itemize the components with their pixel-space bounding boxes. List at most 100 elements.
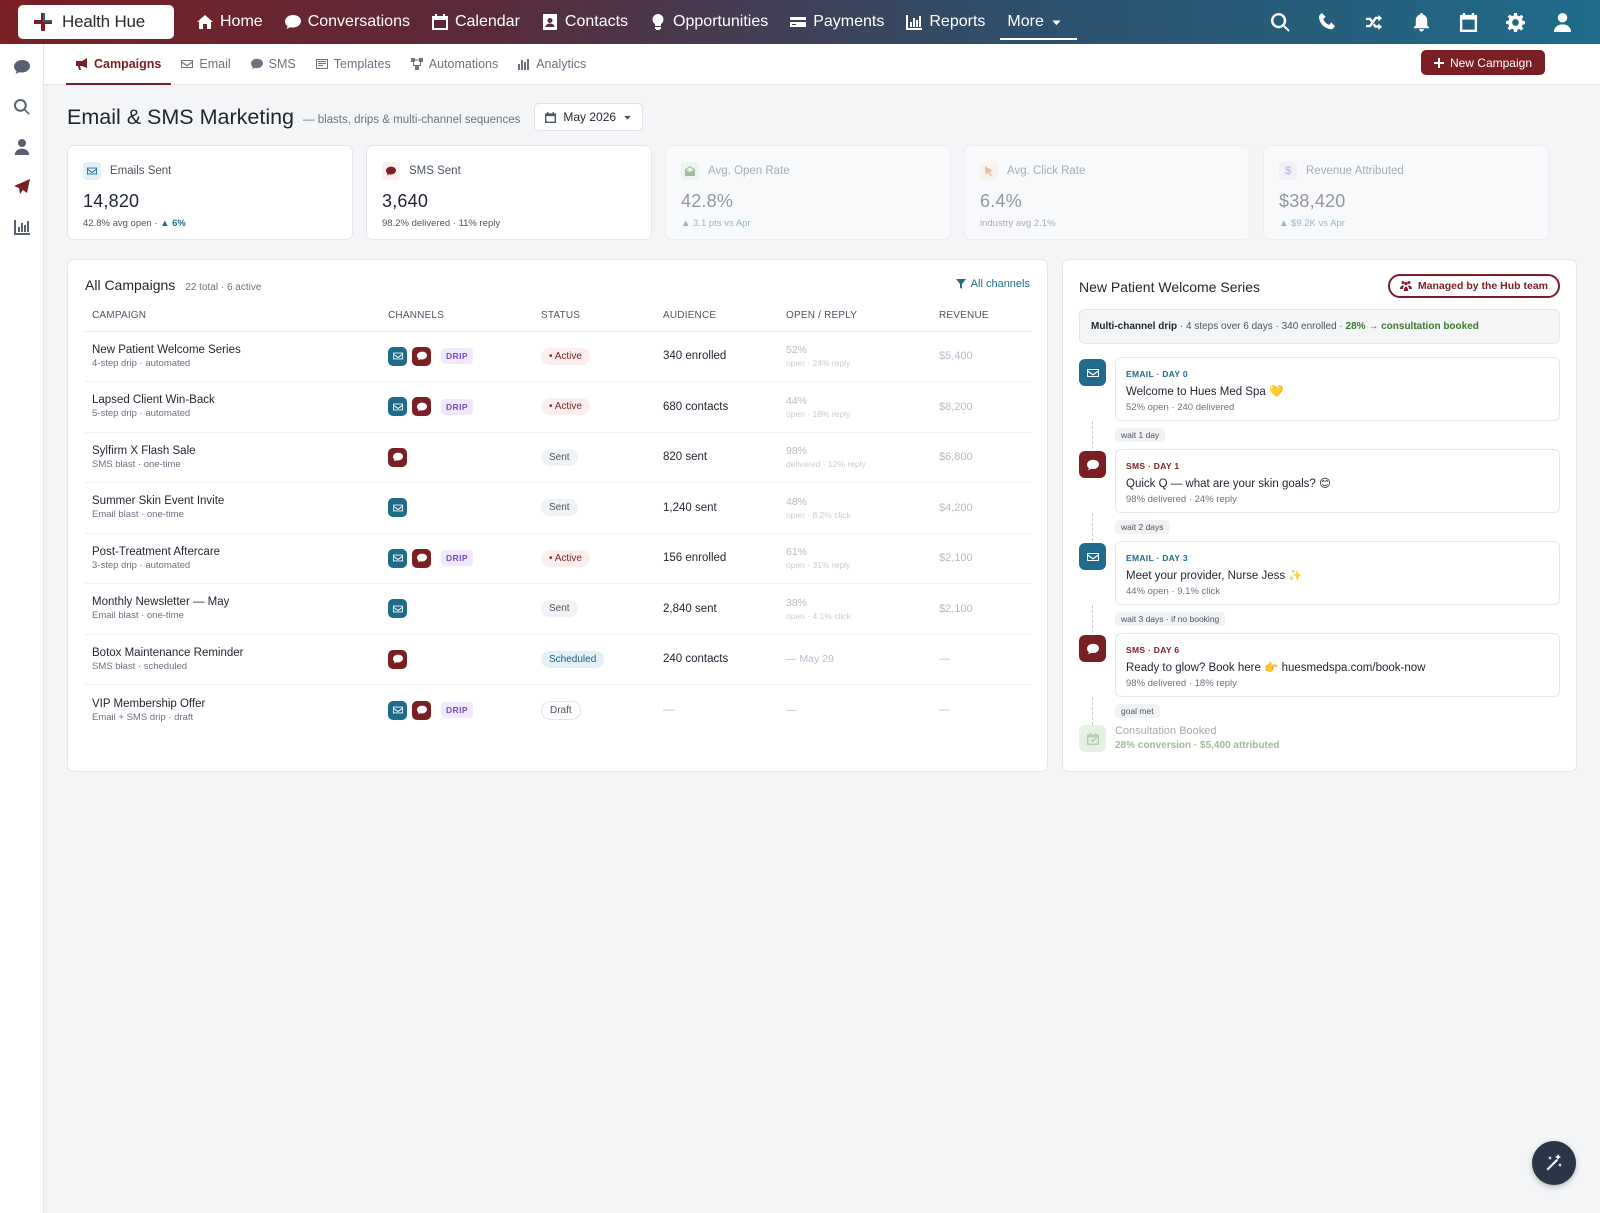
audience: 820 sent <box>663 432 786 483</box>
stat-emails-sent[interactable]: Emails Sent 14,820 42.8% avg open · ▲ 6% <box>67 145 353 240</box>
column-header[interactable]: OPEN / REPLY <box>786 301 939 332</box>
campaign-name[interactable]: Post-Treatment Aftercare <box>92 546 388 558</box>
audience: 1,240 sent <box>663 482 786 534</box>
managed-badge[interactable]: Managed by the Hub team <box>1387 274 1560 298</box>
status-badge: Sent <box>541 448 578 466</box>
nav-home[interactable]: Home <box>186 0 274 44</box>
wait-label: wait 2 days <box>1115 520 1170 534</box>
revenue: $6,800 <box>939 432 1032 483</box>
rail-contacts[interactable] <box>0 127 44 167</box>
nav-reports[interactable]: Reports <box>895 0 996 44</box>
drip-step[interactable]: EMAIL · DAY 3 Meet your provider, Nurse … <box>1079 541 1560 605</box>
drip-summary: Multi-channel drip · 4 steps over 6 days… <box>1079 309 1560 344</box>
nav-opportunities[interactable]: Opportunities <box>639 0 779 44</box>
tab-templates[interactable]: Templates <box>306 44 401 85</box>
campaign-name[interactable]: Lapsed Client Win-Back <box>92 394 388 406</box>
column-header[interactable]: REVENUE <box>939 301 1032 332</box>
campaign-name[interactable]: VIP Membership Offer <box>92 698 388 710</box>
revenue: $2,100 <box>939 583 1032 635</box>
app-logo[interactable]: Health Hue <box>18 5 174 39</box>
table-row[interactable]: Post-Treatment Aftercare 3-step drip · au… <box>85 533 1032 584</box>
drip-step[interactable]: SMS · DAY 6 Ready to glow? Book here 👉 h… <box>1079 633 1560 697</box>
stat-click-rate[interactable]: Avg. Click Rate 6.4% industry avg 2.1% <box>964 145 1250 240</box>
table-row[interactable]: Lapsed Client Win-Back 5-step drip · auto… <box>85 381 1032 433</box>
tab-sms[interactable]: SMS <box>241 44 306 85</box>
campaign-name[interactable]: New Patient Welcome Series <box>92 344 388 356</box>
column-header[interactable]: STATUS <box>541 301 663 332</box>
revenue: — <box>939 634 1032 685</box>
status-badge: • Active <box>541 398 590 416</box>
campaign-name[interactable]: Botox Maintenance Reminder <box>92 647 388 659</box>
settings-button[interactable] <box>1492 0 1539 44</box>
nav-conversations[interactable]: Conversations <box>274 0 421 44</box>
rail-conversations[interactable] <box>0 47 44 87</box>
chat-bubble-icon <box>1079 635 1106 662</box>
rail-marketing[interactable] <box>0 167 44 207</box>
email-channel-icon <box>388 599 407 619</box>
revenue: — <box>939 704 950 716</box>
nav-label: Home <box>220 13 263 30</box>
stat-revenue[interactable]: $ Revenue Attributed $38,420 ▲ $9.2K vs … <box>1263 145 1549 240</box>
campaign-sub: SMS blast · scheduled <box>92 660 188 672</box>
top-nav: Health Hue Home Conversations Calendar C… <box>0 0 1600 44</box>
status-badge: Scheduled <box>541 650 605 668</box>
magic-wand-button[interactable] <box>1532 1141 1576 1185</box>
email-channel-icon <box>388 397 407 417</box>
channel-filter-label: All channels <box>970 278 1030 290</box>
stat-open-rate[interactable]: Avg. Open Rate 42.8% ▲ 3.1 pts vs Apr <box>665 145 951 240</box>
open-rate: 98% <box>786 445 808 458</box>
open-rate: 38% <box>786 596 808 609</box>
campaign-name[interactable]: Monthly Newsletter — May <box>92 596 388 608</box>
column-header[interactable]: AUDIENCE <box>663 301 786 332</box>
table-row[interactable]: New Patient Welcome Series 4-step drip · … <box>85 331 1032 382</box>
tab-label: Campaigns <box>94 57 162 71</box>
shuffle-button[interactable] <box>1351 0 1398 44</box>
tab-email[interactable]: Email <box>171 44 240 85</box>
phone-button[interactable] <box>1304 0 1351 44</box>
tab-automations[interactable]: Automations <box>401 44 508 85</box>
column-header[interactable]: CHANNELS <box>388 301 541 332</box>
nav-payments[interactable]: Payments <box>779 0 895 44</box>
campaign-name[interactable]: Summer Skin Event Invite <box>92 495 388 507</box>
audience: 240 contacts <box>663 634 786 685</box>
search-button[interactable] <box>1257 0 1304 44</box>
phone-icon <box>1318 12 1336 29</box>
wait-label: wait 1 day <box>1115 428 1166 442</box>
nav-calendar[interactable]: Calendar <box>421 0 531 44</box>
nav-label: Payments <box>813 13 885 30</box>
new-campaign-button[interactable]: New Campaign <box>1420 50 1545 75</box>
stat-sms-sent[interactable]: SMS Sent 3,640 98.2% delivered · 11% rep… <box>366 145 652 240</box>
stat-value: $38,420 <box>1279 191 1346 211</box>
open-rate: — <box>786 704 797 716</box>
notifications-button[interactable] <box>1398 0 1445 44</box>
month-selector[interactable]: May 2026 <box>534 103 644 131</box>
column-header[interactable]: CAMPAIGN <box>85 301 388 332</box>
rail-search[interactable] <box>0 87 44 127</box>
stat-foot: 42.8% avg open · <box>83 218 161 229</box>
sms-channel-icon <box>388 649 407 669</box>
channel-filter[interactable]: All channels <box>955 278 1030 290</box>
table-row[interactable]: Summer Skin Event Invite Email blast · on… <box>85 482 1032 534</box>
drip-step[interactable]: EMAIL · DAY 0 Welcome to Hues Med Spa 💛 … <box>1079 357 1560 421</box>
profile-button[interactable] <box>1539 0 1586 44</box>
home-icon <box>197 15 213 29</box>
table-row[interactable]: Monthly Newsletter — May Email blast · on… <box>85 583 1032 635</box>
chat-bubble-icon <box>250 58 263 70</box>
calendar-icon <box>545 111 557 123</box>
page-header: Email & SMS Marketing — blasts, drips & … <box>67 103 644 131</box>
tab-campaigns[interactable]: Campaigns <box>66 44 172 85</box>
calendar-button[interactable] <box>1445 0 1492 44</box>
nav-label: More <box>1007 13 1044 30</box>
step-label: EMAIL · DAY 0 <box>1126 369 1188 379</box>
table-row[interactable]: VIP Membership Offer Email + SMS drip · d… <box>85 685 1032 736</box>
rail-reports[interactable] <box>0 207 44 247</box>
stat-value: 42.8% <box>681 191 734 211</box>
tab-analytics[interactable]: Analytics <box>508 44 596 85</box>
nav-more[interactable]: More <box>996 0 1078 44</box>
table-row[interactable]: Sylfirm X Flash Sale SMS blast · one-time… <box>85 432 1032 483</box>
campaign-name[interactable]: Sylfirm X Flash Sale <box>92 445 388 457</box>
nav-contacts[interactable]: Contacts <box>531 0 639 44</box>
sms-channel-icon <box>388 447 407 467</box>
drip-step[interactable]: SMS · DAY 1 Quick Q — what are your skin… <box>1079 449 1560 513</box>
table-row[interactable]: Botox Maintenance Reminder SMS blast · sc… <box>85 634 1032 685</box>
